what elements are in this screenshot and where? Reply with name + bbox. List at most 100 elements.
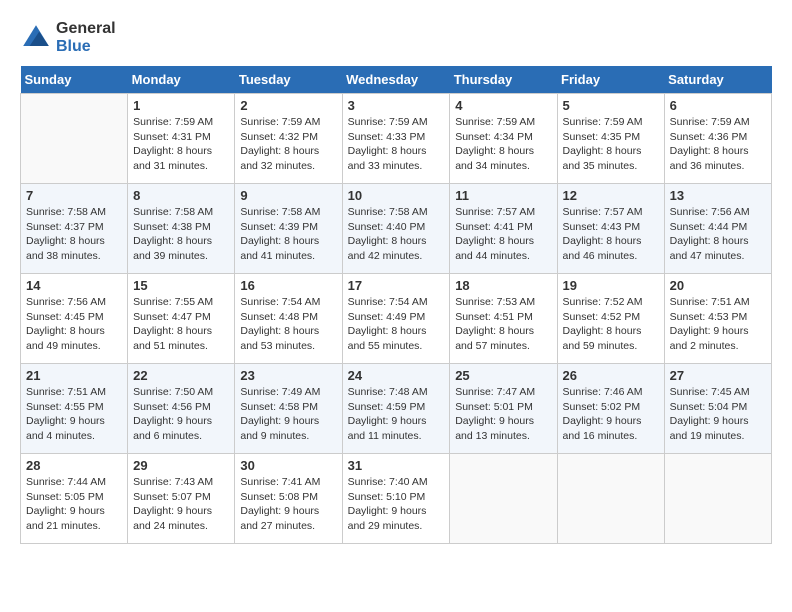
day-info: Sunrise: 7:58 AMSunset: 4:40 PMDaylight:… [348,205,445,264]
day-number: 21 [26,368,122,383]
day-info: Sunrise: 7:58 AMSunset: 4:38 PMDaylight:… [133,205,229,264]
day-cell: 19 Sunrise: 7:52 AMSunset: 4:52 PMDayligh… [557,274,664,364]
day-number: 31 [348,458,445,473]
day-cell [557,454,664,544]
day-number: 23 [240,368,336,383]
day-number: 6 [670,98,766,113]
day-info: Sunrise: 7:54 AMSunset: 4:48 PMDaylight:… [240,295,336,354]
day-cell: 23 Sunrise: 7:49 AMSunset: 4:58 PMDayligh… [235,364,342,454]
day-number: 9 [240,188,336,203]
day-info: Sunrise: 7:55 AMSunset: 4:47 PMDaylight:… [133,295,229,354]
day-cell: 14 Sunrise: 7:56 AMSunset: 4:45 PMDayligh… [21,274,128,364]
day-cell: 4 Sunrise: 7:59 AMSunset: 4:34 PMDaylight… [450,94,557,184]
day-info: Sunrise: 7:45 AMSunset: 5:04 PMDaylight:… [670,385,766,444]
logo: General Blue [20,20,116,56]
day-cell: 26 Sunrise: 7:46 AMSunset: 5:02 PMDayligh… [557,364,664,454]
day-number: 11 [455,188,551,203]
day-number: 26 [563,368,659,383]
day-info: Sunrise: 7:59 AMSunset: 4:32 PMDaylight:… [240,115,336,174]
day-cell: 6 Sunrise: 7:59 AMSunset: 4:36 PMDaylight… [664,94,771,184]
day-number: 17 [348,278,445,293]
day-number: 7 [26,188,122,203]
day-cell: 31 Sunrise: 7:40 AMSunset: 5:10 PMDayligh… [342,454,450,544]
day-cell: 24 Sunrise: 7:48 AMSunset: 4:59 PMDayligh… [342,364,450,454]
day-info: Sunrise: 7:59 AMSunset: 4:34 PMDaylight:… [455,115,551,174]
day-cell [21,94,128,184]
calendar-table: SundayMondayTuesdayWednesdayThursdayFrid… [20,66,772,544]
day-info: Sunrise: 7:43 AMSunset: 5:07 PMDaylight:… [133,475,229,534]
day-info: Sunrise: 7:40 AMSunset: 5:10 PMDaylight:… [348,475,445,534]
day-info: Sunrise: 7:51 AMSunset: 4:55 PMDaylight:… [26,385,122,444]
day-number: 5 [563,98,659,113]
weekday-saturday: Saturday [664,66,771,94]
day-number: 19 [563,278,659,293]
day-info: Sunrise: 7:57 AMSunset: 4:41 PMDaylight:… [455,205,551,264]
day-number: 13 [670,188,766,203]
weekday-wednesday: Wednesday [342,66,450,94]
day-cell: 22 Sunrise: 7:50 AMSunset: 4:56 PMDayligh… [128,364,235,454]
day-cell: 28Sunrise: 7:44 AMSunset: 5:05 PMDayligh… [21,454,128,544]
week-row-1: 7 Sunrise: 7:58 AMSunset: 4:37 PMDaylight… [21,184,772,274]
day-cell: 11 Sunrise: 7:57 AMSunset: 4:41 PMDayligh… [450,184,557,274]
day-cell: 3 Sunrise: 7:59 AMSunset: 4:33 PMDaylight… [342,94,450,184]
week-row-0: 1Sunrise: 7:59 AMSunset: 4:31 PMDaylight… [21,94,772,184]
day-info: Sunrise: 7:50 AMSunset: 4:56 PMDaylight:… [133,385,229,444]
day-number: 8 [133,188,229,203]
day-info: Sunrise: 7:59 AMSunset: 4:36 PMDaylight:… [670,115,766,174]
weekday-header-row: SundayMondayTuesdayWednesdayThursdayFrid… [21,66,772,94]
day-number: 28 [26,458,122,473]
day-cell: 12 Sunrise: 7:57 AMSunset: 4:43 PMDayligh… [557,184,664,274]
day-info: Sunrise: 7:56 AMSunset: 4:45 PMDaylight:… [26,295,122,354]
day-number: 16 [240,278,336,293]
day-number: 24 [348,368,445,383]
day-cell: 27 Sunrise: 7:45 AMSunset: 5:04 PMDayligh… [664,364,771,454]
day-cell: 10Sunrise: 7:58 AMSunset: 4:40 PMDayligh… [342,184,450,274]
weekday-friday: Friday [557,66,664,94]
day-number: 12 [563,188,659,203]
day-info: Sunrise: 7:58 AMSunset: 4:37 PMDaylight:… [26,205,122,264]
logo-icon [20,22,52,54]
day-number: 18 [455,278,551,293]
logo-text: General Blue [56,20,116,56]
calendar-body: 1Sunrise: 7:59 AMSunset: 4:31 PMDaylight… [21,94,772,544]
day-cell: 1Sunrise: 7:59 AMSunset: 4:31 PMDaylight… [128,94,235,184]
day-number: 3 [348,98,445,113]
day-info: Sunrise: 7:57 AMSunset: 4:43 PMDaylight:… [563,205,659,264]
day-cell: 9 Sunrise: 7:58 AMSunset: 4:39 PMDaylight… [235,184,342,274]
day-number: 15 [133,278,229,293]
day-info: Sunrise: 7:59 AMSunset: 4:33 PMDaylight:… [348,115,445,174]
day-cell: 25 Sunrise: 7:47 AMSunset: 5:01 PMDayligh… [450,364,557,454]
day-info: Sunrise: 7:51 AMSunset: 4:53 PMDaylight:… [670,295,766,354]
day-info: Sunrise: 7:59 AMSunset: 4:35 PMDaylight:… [563,115,659,174]
day-info: Sunrise: 7:49 AMSunset: 4:58 PMDaylight:… [240,385,336,444]
weekday-thursday: Thursday [450,66,557,94]
day-cell: 15 Sunrise: 7:55 AMSunset: 4:47 PMDayligh… [128,274,235,364]
day-number: 4 [455,98,551,113]
day-info: Sunrise: 7:41 AMSunset: 5:08 PMDaylight:… [240,475,336,534]
day-number: 27 [670,368,766,383]
week-row-4: 28Sunrise: 7:44 AMSunset: 5:05 PMDayligh… [21,454,772,544]
day-cell: 2 Sunrise: 7:59 AMSunset: 4:32 PMDaylight… [235,94,342,184]
day-number: 22 [133,368,229,383]
weekday-tuesday: Tuesday [235,66,342,94]
weekday-monday: Monday [128,66,235,94]
day-cell: 30Sunrise: 7:41 AMSunset: 5:08 PMDayligh… [235,454,342,544]
day-info: Sunrise: 7:48 AMSunset: 4:59 PMDaylight:… [348,385,445,444]
day-number: 2 [240,98,336,113]
week-row-3: 21 Sunrise: 7:51 AMSunset: 4:55 PMDayligh… [21,364,772,454]
day-cell: 21 Sunrise: 7:51 AMSunset: 4:55 PMDayligh… [21,364,128,454]
day-number: 14 [26,278,122,293]
day-cell: 5 Sunrise: 7:59 AMSunset: 4:35 PMDaylight… [557,94,664,184]
day-info: Sunrise: 7:59 AMSunset: 4:31 PMDaylight:… [133,115,229,174]
day-number: 25 [455,368,551,383]
header: General Blue [20,20,772,56]
day-info: Sunrise: 7:52 AMSunset: 4:52 PMDaylight:… [563,295,659,354]
day-info: Sunrise: 7:58 AMSunset: 4:39 PMDaylight:… [240,205,336,264]
day-info: Sunrise: 7:47 AMSunset: 5:01 PMDaylight:… [455,385,551,444]
day-info: Sunrise: 7:56 AMSunset: 4:44 PMDaylight:… [670,205,766,264]
day-cell: 8 Sunrise: 7:58 AMSunset: 4:38 PMDaylight… [128,184,235,274]
day-cell: 16 Sunrise: 7:54 AMSunset: 4:48 PMDayligh… [235,274,342,364]
day-number: 20 [670,278,766,293]
day-cell: 20 Sunrise: 7:51 AMSunset: 4:53 PMDayligh… [664,274,771,364]
day-info: Sunrise: 7:46 AMSunset: 5:02 PMDaylight:… [563,385,659,444]
